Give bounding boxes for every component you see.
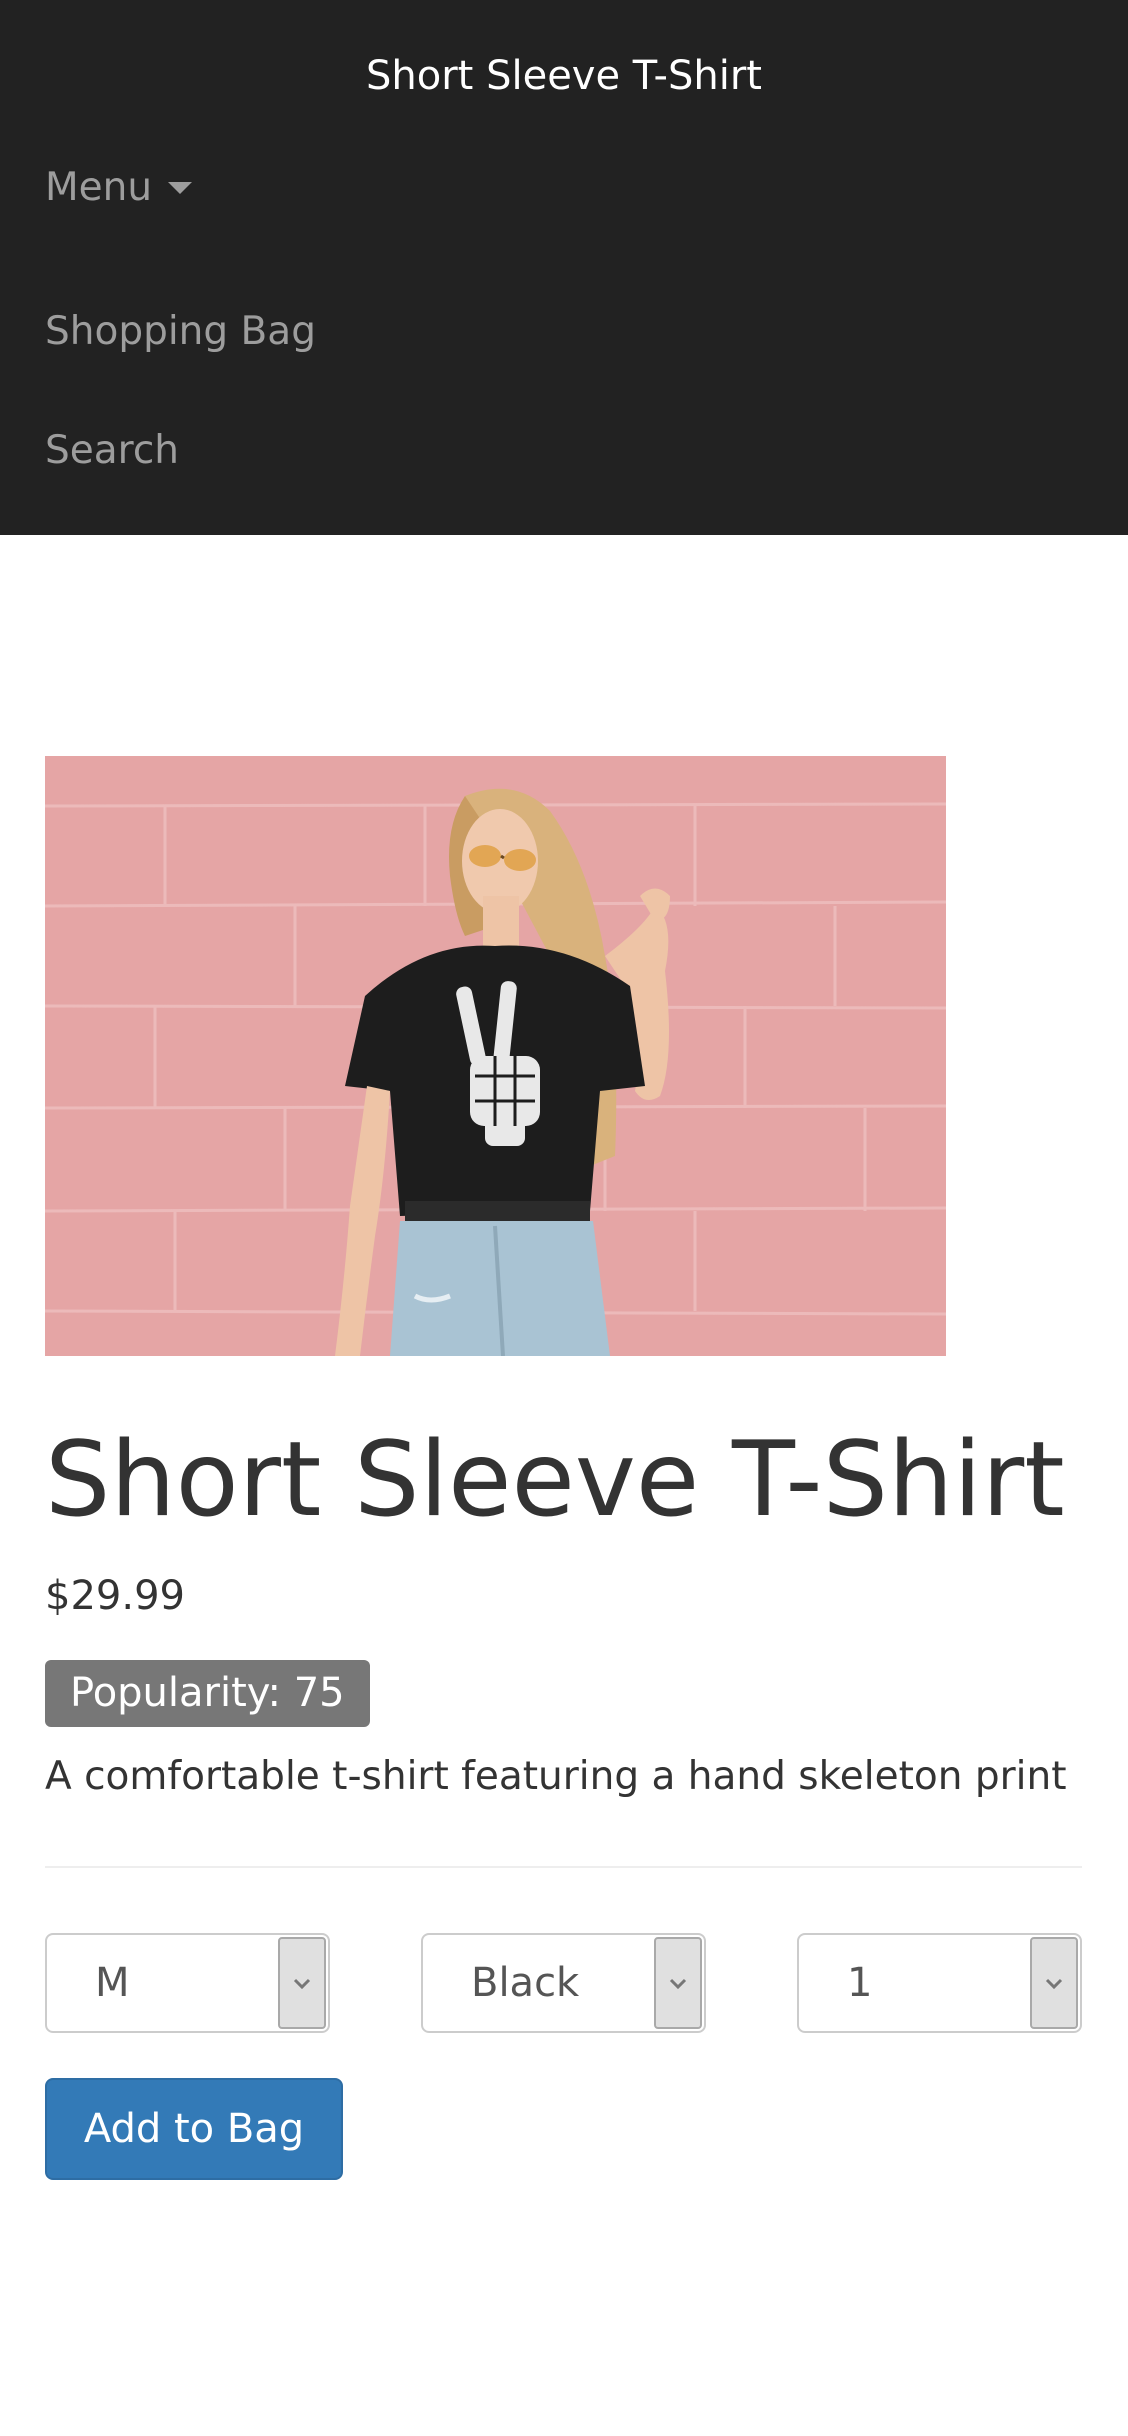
navbar: Short Sleeve T-Shirt Menu Shopping Bag S… <box>0 0 1128 535</box>
product-image <box>45 756 946 1356</box>
product-title: Short Sleeve T-Shirt <box>45 1420 1065 1540</box>
color-select-arrow[interactable] <box>654 1937 702 2029</box>
shopping-bag-link[interactable]: Shopping Bag <box>45 302 316 362</box>
add-to-bag-button[interactable]: Add to Bag <box>45 2078 343 2180</box>
quantity-select-value: 1 <box>847 1960 873 2006</box>
menu-label: Menu <box>45 165 153 210</box>
chevron-down-icon <box>1045 1978 1063 1990</box>
quantity-select[interactable]: 1 <box>797 1933 1082 2033</box>
divider <box>45 1866 1082 1868</box>
chevron-down-icon <box>293 1978 311 1990</box>
color-select-value: Black <box>471 1960 580 2006</box>
product-price: $29.99 <box>45 1573 185 1619</box>
size-select-value: M <box>95 1960 130 2006</box>
menu-dropdown[interactable]: Menu <box>45 158 193 218</box>
popularity-badge: Popularity: 75 <box>45 1660 370 1727</box>
product-photo-icon <box>45 756 946 1356</box>
size-select-arrow[interactable] <box>278 1937 326 2029</box>
color-select[interactable]: Black <box>421 1933 706 2033</box>
quantity-select-arrow[interactable] <box>1030 1937 1078 2029</box>
caret-down-icon <box>168 181 193 194</box>
size-select[interactable]: M <box>45 1933 330 2033</box>
product-description: A comfortable t-shirt featuring a hand s… <box>45 1754 1067 1799</box>
chevron-down-icon <box>669 1978 687 1990</box>
navbar-brand[interactable]: Short Sleeve T-Shirt <box>0 46 1128 106</box>
search-link[interactable]: Search <box>45 421 179 481</box>
